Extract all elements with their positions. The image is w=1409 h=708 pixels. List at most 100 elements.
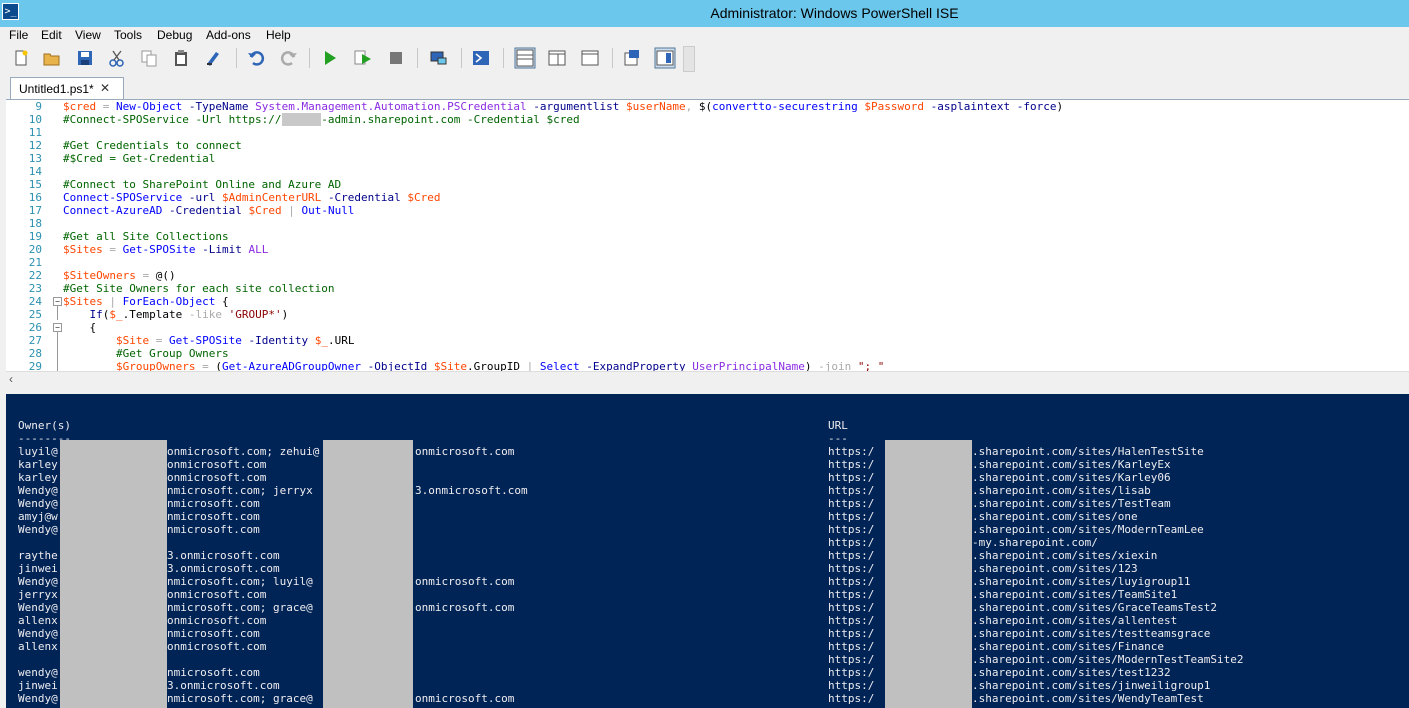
- layout-max-icon[interactable]: [581, 49, 599, 67]
- site-url: .sharepoint.com/sites/ModernTeamLee: [972, 523, 1204, 536]
- menu-bar: File Edit View Tools Debug Add-ons Help: [0, 27, 1409, 44]
- open-icon[interactable]: [43, 49, 61, 67]
- url-prefix: https:/: [828, 653, 875, 666]
- site-url: .sharepoint.com/sites/ModernTestTeamSite…: [972, 653, 1244, 666]
- owner-suffix: onmicrosoft.com: [415, 692, 515, 705]
- toolbar: [0, 44, 1409, 72]
- site-url: .sharepoint.com/sites/KarleyEx: [972, 458, 1171, 471]
- script-pane-icon[interactable]: [623, 49, 641, 67]
- menu-file[interactable]: File: [9, 28, 28, 42]
- owner-prefix: allenx: [18, 640, 58, 653]
- line-number: 27: [28, 334, 42, 347]
- url-prefix: https:/: [828, 679, 875, 692]
- pane-splitter[interactable]: [0, 387, 1409, 394]
- code-line: #$Cred = Get-Credential: [63, 152, 216, 165]
- remote-icon[interactable]: [429, 49, 447, 67]
- script-editor[interactable]: 9 10 11 12 13 14 15 16 17 18 19 20 21 22…: [6, 99, 1409, 372]
- site-url: .sharepoint.com/sites/testteamsgrace: [972, 627, 1211, 640]
- tab-untitled1[interactable]: Untitled1.ps1* ✕: [10, 77, 124, 99]
- close-icon[interactable]: ✕: [100, 81, 110, 95]
- line-number: 11: [28, 126, 42, 139]
- site-url: .sharepoint.com/sites/luyigroup11: [972, 575, 1191, 588]
- menu-addons[interactable]: Add-ons: [206, 28, 251, 42]
- owners-column-header: Owner(s): [18, 419, 71, 432]
- copy-icon[interactable]: [140, 49, 158, 67]
- owner-prefix: karley: [18, 471, 58, 484]
- site-url: .sharepoint.com/sites/WendyTeamTest: [972, 692, 1204, 705]
- owner-prefix: Wendy@: [18, 601, 58, 614]
- line-number: 12: [28, 139, 42, 152]
- menu-help[interactable]: Help: [266, 28, 291, 42]
- owner-domain: nmicrosoft.com; grace@: [167, 601, 313, 614]
- line-number: 25: [28, 308, 42, 321]
- editor-horizontal-scrollbar[interactable]: ‹: [6, 371, 1409, 388]
- redo-icon[interactable]: [280, 49, 298, 67]
- stop-icon[interactable]: [387, 49, 405, 67]
- line-number: 21: [28, 256, 42, 269]
- console-pane[interactable]: Owner(s) -------- URL --- luyil@ onmicros…: [6, 394, 1409, 708]
- tab-label: Untitled1.ps1*: [19, 82, 94, 96]
- title-bar: >_ Administrator: Windows PowerShell ISE: [0, 0, 1409, 27]
- layout-top-icon[interactable]: [514, 47, 536, 69]
- site-url: .sharepoint.com/sites/Karley06: [972, 471, 1171, 484]
- scroll-left-icon[interactable]: ‹: [9, 372, 13, 386]
- site-url: .sharepoint.com/sites/TeamSite1: [972, 588, 1178, 601]
- toolbar-overflow[interactable]: [683, 46, 695, 72]
- fold-toggle-icon[interactable]: −: [53, 323, 62, 332]
- menu-debug[interactable]: Debug: [157, 28, 192, 42]
- layout-right-icon[interactable]: [548, 49, 566, 67]
- code-line: #Get all Site Collections: [63, 230, 229, 243]
- url-prefix: https:/: [828, 614, 875, 627]
- toolbar-separator: [461, 48, 462, 68]
- fold-line: [57, 306, 58, 320]
- line-number: 18: [28, 217, 42, 230]
- commands-icon[interactable]: [654, 47, 676, 69]
- owner-prefix: wendy@: [18, 666, 58, 679]
- site-url: .sharepoint.com/sites/lisab: [972, 484, 1151, 497]
- owner-domain: onmicrosoft.com: [167, 471, 267, 484]
- menu-tools[interactable]: Tools: [114, 28, 142, 42]
- owner-prefix: Wendy@: [18, 497, 58, 510]
- run-selection-icon[interactable]: [354, 49, 372, 67]
- new-icon[interactable]: [12, 49, 30, 67]
- owner-prefix: Wendy@: [18, 627, 58, 640]
- powershell-icon[interactable]: [472, 49, 490, 67]
- owner-domain: onmicrosoft.com: [167, 458, 267, 471]
- clear-icon[interactable]: [204, 49, 222, 67]
- owner-domain: nmicrosoft.com; luyil@: [167, 575, 313, 588]
- line-number: 16: [28, 191, 42, 204]
- line-number: 19: [28, 230, 42, 243]
- owner-domain: onmicrosoft.com: [167, 588, 267, 601]
- url-column-divider: ---: [828, 432, 848, 445]
- line-number: 10: [28, 113, 42, 126]
- cut-icon[interactable]: [108, 49, 126, 67]
- code-line: #Connect to SharePoint Online and Azure …: [63, 178, 342, 191]
- url-prefix: https:/: [828, 510, 875, 523]
- owner-prefix: allenx: [18, 614, 58, 627]
- url-prefix: https:/: [828, 601, 875, 614]
- save-icon[interactable]: [76, 49, 94, 67]
- menu-edit[interactable]: Edit: [41, 28, 62, 42]
- url-prefix: https:/: [828, 588, 875, 601]
- menu-view[interactable]: View: [75, 28, 101, 42]
- run-icon[interactable]: [321, 49, 339, 67]
- url-prefix: https:/: [828, 536, 875, 549]
- owner-prefix: Wendy@: [18, 484, 58, 497]
- undo-icon[interactable]: [247, 49, 265, 67]
- window-title: Administrator: Windows PowerShell ISE: [710, 5, 959, 21]
- owner-domain: 3.onmicrosoft.com: [167, 549, 280, 562]
- code-line: Connect-AzureAD -Credential $Cred | Out-…: [63, 204, 355, 217]
- owner-domain: nmicrosoft.com: [167, 627, 260, 640]
- owner-domain: 3.onmicrosoft.com: [167, 562, 280, 575]
- fold-toggle-icon[interactable]: −: [53, 297, 62, 306]
- site-url: .sharepoint.com/sites/jinweiligroup1: [972, 679, 1211, 692]
- url-prefix: https:/: [828, 523, 875, 536]
- site-url: .sharepoint.com/sites/one: [972, 510, 1138, 523]
- url-prefix: https:/: [828, 484, 875, 497]
- owner-suffix: onmicrosoft.com: [415, 575, 515, 588]
- url-prefix: https:/: [828, 549, 875, 562]
- line-number: 24: [28, 295, 42, 308]
- paste-icon[interactable]: [172, 49, 190, 67]
- url-prefix: https:/: [828, 497, 875, 510]
- code-line: $SiteOwners = @(): [63, 269, 176, 282]
